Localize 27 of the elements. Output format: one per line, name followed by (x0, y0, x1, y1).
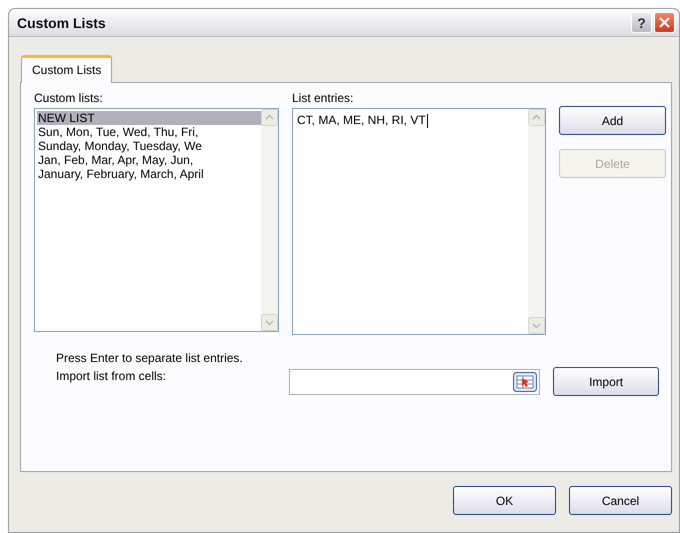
scroll-down-icon[interactable] (528, 317, 545, 334)
list-item[interactable]: Sun, Mon, Tue, Wed, Thu, Fri, (37, 125, 261, 139)
scrollbar[interactable] (261, 109, 278, 331)
hint-text: Press Enter to separate list entries. (56, 351, 244, 365)
window-title: Custom Lists (17, 14, 106, 30)
scroll-up-icon[interactable] (261, 109, 278, 126)
list-item[interactable]: Jan, Feb, Mar, Apr, May, Jun, (37, 153, 261, 167)
add-button[interactable]: Add (559, 106, 666, 135)
scroll-up-icon[interactable] (528, 109, 545, 126)
cancel-button[interactable]: Cancel (569, 486, 672, 515)
scroll-down-icon[interactable] (261, 314, 278, 331)
list-item[interactable]: Sunday, Monday, Tuesday, We (37, 139, 261, 153)
list-item[interactable]: NEW LIST (37, 111, 261, 125)
cell-range-field[interactable] (289, 368, 540, 394)
close-button[interactable] (654, 12, 675, 33)
range-select-icon[interactable] (513, 372, 538, 392)
ok-button[interactable]: OK (453, 486, 556, 515)
list-entries-field[interactable]: CT, MA, ME, NH, RI, VT (292, 108, 546, 335)
list-item[interactable]: January, February, March, April (37, 167, 261, 181)
custom-lists-label: Custom lists: (34, 91, 104, 105)
tab[interactable]: Custom Lists (21, 55, 112, 83)
import-button[interactable]: Import (553, 367, 659, 396)
close-icon (659, 17, 670, 28)
import-label: Import list from cells: (56, 369, 168, 383)
list-entries-label: List entries: (292, 91, 354, 105)
help-button[interactable]: ? (631, 12, 652, 33)
scrollbar[interactable] (528, 109, 545, 334)
